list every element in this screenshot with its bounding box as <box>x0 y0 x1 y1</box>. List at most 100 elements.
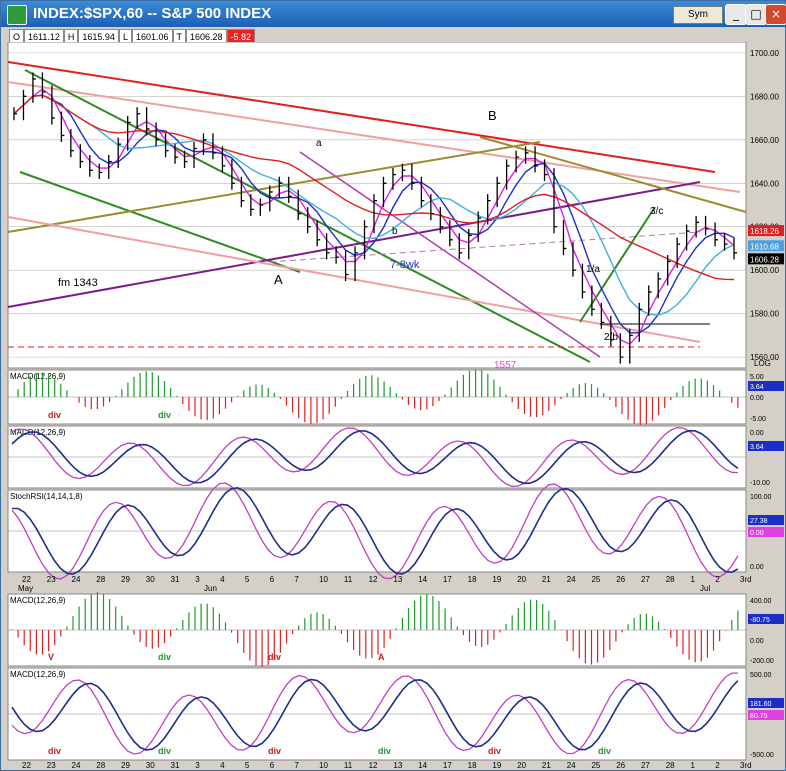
open-label: O <box>9 29 25 43</box>
indicator-tick-label: 0.00 <box>750 564 764 571</box>
x-month-label: May <box>18 584 33 593</box>
value-tag-last-text: 1606.28 <box>750 255 779 264</box>
indicator-panel-2: MACD(12,26,9) 0.00-10.003.64 <box>7 425 784 489</box>
ohlc-readout: O 1611.12 H 1615.94 L 1601.06 T 1606.28 … <box>9 29 256 43</box>
x-day-label: 4 <box>220 575 225 584</box>
maximize-icon[interactable]: □ <box>745 4 767 25</box>
indicator-title: MACD(12,26,9) <box>10 372 66 381</box>
annotation-2b: 2/b <box>604 332 618 343</box>
close-value: 1606.28 <box>186 29 227 43</box>
value-tag-upper-text: 1618.26 <box>750 227 779 236</box>
x-day-label: 1 <box>690 761 695 769</box>
x-day-label: 6 <box>270 761 275 769</box>
price-tick-label: 1700.00 <box>750 49 779 58</box>
indicator-annotation: div <box>48 746 61 756</box>
indicator-value-tag-text: 80.75 <box>750 713 768 720</box>
x-day-label: 14 <box>418 761 427 769</box>
indicator-annotation: div <box>158 410 171 420</box>
x-day-label: 23 <box>47 575 56 584</box>
price-tick-label: 1600.00 <box>750 266 779 275</box>
x-day-label: 28 <box>96 575 105 584</box>
x-day-label: 2 <box>715 761 720 769</box>
title-bar[interactable]: INDEX:$SPX,60 -- S&P 500 INDEX Sym _ □ × <box>1 1 786 27</box>
indicator-value-tag-text: -80.75 <box>750 617 770 624</box>
high-value: 1615.94 <box>78 29 119 43</box>
indicator-tick-label: 0.00 <box>750 638 764 645</box>
x-day-label: 5 <box>245 575 250 584</box>
x-day-label: 31 <box>171 575 180 584</box>
indicator-value-tag-text: 3.64 <box>750 384 764 391</box>
price-tick-label: 1640.00 <box>750 179 779 188</box>
indicator-annotation: div <box>378 746 391 756</box>
annotation-a-lower: a <box>316 138 322 149</box>
x-day-label: 11 <box>344 575 353 584</box>
x-day-label: 27 <box>641 575 650 584</box>
high-label: H <box>63 29 79 43</box>
x-day-label: 30 <box>146 575 155 584</box>
x-day-label: 21 <box>542 575 551 584</box>
x-day-label: 12 <box>369 761 378 769</box>
x-day-label: 17 <box>443 575 452 584</box>
x-day-label: 3 <box>195 575 200 584</box>
x-day-label: 18 <box>468 575 477 584</box>
x-day-label: 29 <box>121 575 130 584</box>
x-day-label: 10 <box>319 761 328 769</box>
sym-button[interactable]: Sym <box>673 6 723 24</box>
x-day-label: 30 <box>146 761 155 769</box>
indicator-annotation: div <box>488 746 501 756</box>
x-month-label: Jul <box>700 584 710 593</box>
annotation-3c: 3/c <box>650 206 663 217</box>
x-day-label: 24 <box>72 575 81 584</box>
indicator-annotation: div <box>268 652 281 662</box>
indicator-title: StochRSI(14,14,1,8) <box>10 492 83 501</box>
x-day-label: 28 <box>96 761 105 769</box>
close-icon[interactable]: × <box>765 4 786 25</box>
log-scale-label: LOG <box>754 359 771 368</box>
price-tick-label: 1680.00 <box>750 92 779 101</box>
x-day-label: 3rd <box>740 761 752 769</box>
chart-area[interactable]: 1 5 6 0.00 1580.00 1600.00 1 6 2 0.00 1640.00 1660.… <box>0 42 786 769</box>
x-day-label: 10 <box>319 575 328 584</box>
indicator-tick-label: 5.00 <box>750 374 764 381</box>
x-day-label: 24 <box>567 761 576 769</box>
indicator-tick-label: -10.00 <box>750 480 770 487</box>
x-day-label: 20 <box>517 761 526 769</box>
x-day-label: 25 <box>591 761 600 769</box>
x-day-label: 24 <box>567 575 576 584</box>
indicator-tick-label: 500.00 <box>750 672 772 679</box>
x-day-label: 7 <box>294 575 299 584</box>
x-day-label: 22 <box>22 575 31 584</box>
annotation-a-upper: A <box>274 272 283 287</box>
x-day-label: 20 <box>517 575 526 584</box>
x-day-label: 11 <box>344 761 353 769</box>
indicator-panels: MACD(12,26,9) 5.000.00-5.003.64div divMACD… <box>7 369 784 769</box>
x-day-label: 3rd <box>740 575 752 584</box>
indicator-panel-5: MACD(12,26,9)500.000.00-500.00181.6080.7… <box>7 667 784 761</box>
indicator-tick-label: 400.00 <box>750 598 772 605</box>
x-day-label: 17 <box>443 761 452 769</box>
x-day-label: 13 <box>393 575 402 584</box>
x-day-label: 19 <box>492 575 501 584</box>
open-value: 1611.12 <box>24 29 64 43</box>
x-day-label: 31 <box>171 761 180 769</box>
annotation-7-8wk: 7-8wk <box>390 259 420 271</box>
annotation-1557: 1557 <box>494 360 517 371</box>
x-day-label: 12 <box>369 575 378 584</box>
low-label: L <box>118 29 132 43</box>
minimize-icon[interactable]: _ <box>725 4 747 25</box>
indicator-annotation: V <box>48 652 54 662</box>
indicator-annotation: div <box>268 746 281 756</box>
x-day-label: 7 <box>294 761 299 769</box>
indicator-value-tag-text: 0.00 <box>750 530 764 537</box>
x-day-label: 5 <box>245 761 250 769</box>
indicator-title: MACD(12,26,9) <box>10 670 66 679</box>
x-day-label: 2 <box>715 575 720 584</box>
annotation-1a: 1/a <box>586 264 600 275</box>
low-value: 1601.06 <box>131 29 173 43</box>
x-day-label: 4 <box>220 761 225 769</box>
x-month-label: Jun <box>204 584 217 593</box>
annotation-b: B <box>488 108 497 123</box>
indicator-panel-1: MACD(12,26,9) 5.00 0.00 -5.00 3.64 div div <box>7 369 784 426</box>
x-day-label: 1 <box>690 575 695 584</box>
indicator-tick-label: -200.00 <box>750 658 774 665</box>
